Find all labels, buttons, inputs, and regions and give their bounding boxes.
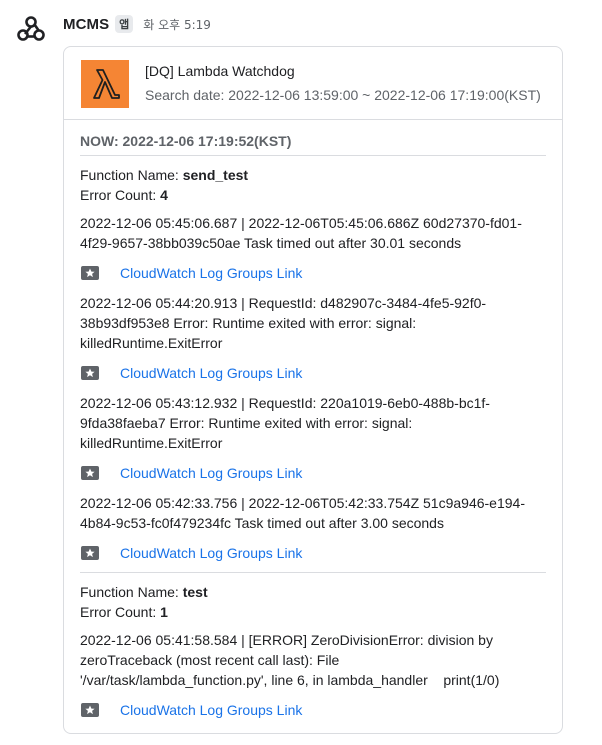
cloudwatch-star-icon bbox=[81, 546, 99, 560]
now-timestamp: NOW: 2022-12-06 17:19:52(KST) bbox=[80, 133, 292, 149]
error-entry: 2022-12-06 05:41:58.584 | [ERROR] ZeroDi… bbox=[80, 632, 500, 688]
cloudwatch-link[interactable]: CloudWatch Log Groups Link bbox=[120, 545, 302, 561]
divider bbox=[80, 572, 546, 573]
function-name-row: Function Name: test bbox=[80, 584, 208, 600]
card-title: [DQ] Lambda Watchdog bbox=[145, 63, 295, 79]
error-entry: 2022-12-06 05:44:20.913 | RequestId: d48… bbox=[80, 295, 487, 351]
function-name: send_test bbox=[182, 167, 249, 183]
divider bbox=[80, 155, 546, 156]
message-timestamp: 화 오후 5:19 bbox=[143, 17, 211, 32]
cloudwatch-link-row[interactable]: CloudWatch Log Groups Link bbox=[80, 263, 302, 283]
aws-lambda-icon bbox=[81, 60, 129, 108]
card-subtitle: Search date: 2022-12-06 13:59:00 ~ 2022-… bbox=[145, 87, 541, 103]
function-name: test bbox=[182, 584, 208, 600]
cloudwatch-link-row[interactable]: CloudWatch Log Groups Link bbox=[80, 463, 302, 483]
app-badge: 앱 bbox=[115, 15, 134, 33]
cloudwatch-link[interactable]: CloudWatch Log Groups Link bbox=[120, 365, 302, 381]
cloudwatch-link-row[interactable]: CloudWatch Log Groups Link bbox=[80, 363, 302, 383]
cloudwatch-link[interactable]: CloudWatch Log Groups Link bbox=[120, 702, 302, 718]
card-header: [DQ] Lambda Watchdog Search date: 2022-1… bbox=[64, 47, 562, 120]
webhook-icon bbox=[17, 16, 45, 41]
error-entry: 2022-12-06 05:42:33.756 | 2022-12-06T05:… bbox=[80, 495, 525, 531]
cloudwatch-star-icon bbox=[81, 266, 99, 280]
cloudwatch-link[interactable]: CloudWatch Log Groups Link bbox=[120, 265, 302, 281]
sender-name[interactable]: MCMS bbox=[63, 16, 109, 33]
cloudwatch-link-row[interactable]: CloudWatch Log Groups Link bbox=[80, 700, 302, 720]
error-count-row: Error Count: 1 bbox=[80, 604, 168, 620]
watchdog-card: [DQ] Lambda Watchdog Search date: 2022-1… bbox=[63, 46, 563, 734]
cloudwatch-link-row[interactable]: CloudWatch Log Groups Link bbox=[80, 543, 302, 563]
cloudwatch-star-icon bbox=[81, 466, 99, 480]
function-name-row: Function Name: send_test bbox=[80, 167, 249, 183]
error-count-row: Error Count: 4 bbox=[80, 187, 168, 203]
error-entry: 2022-12-06 05:45:06.687 | 2022-12-06T05:… bbox=[80, 215, 522, 251]
message-header: MCMS 앱 화 오후 5:19 bbox=[63, 13, 211, 35]
cloudwatch-link[interactable]: CloudWatch Log Groups Link bbox=[120, 465, 302, 481]
error-count: 4 bbox=[160, 187, 168, 203]
cloudwatch-star-icon bbox=[81, 703, 99, 717]
cloudwatch-star-icon bbox=[81, 366, 99, 380]
error-entry: 2022-12-06 05:43:12.932 | RequestId: 220… bbox=[80, 395, 490, 451]
error-count: 1 bbox=[160, 604, 168, 620]
